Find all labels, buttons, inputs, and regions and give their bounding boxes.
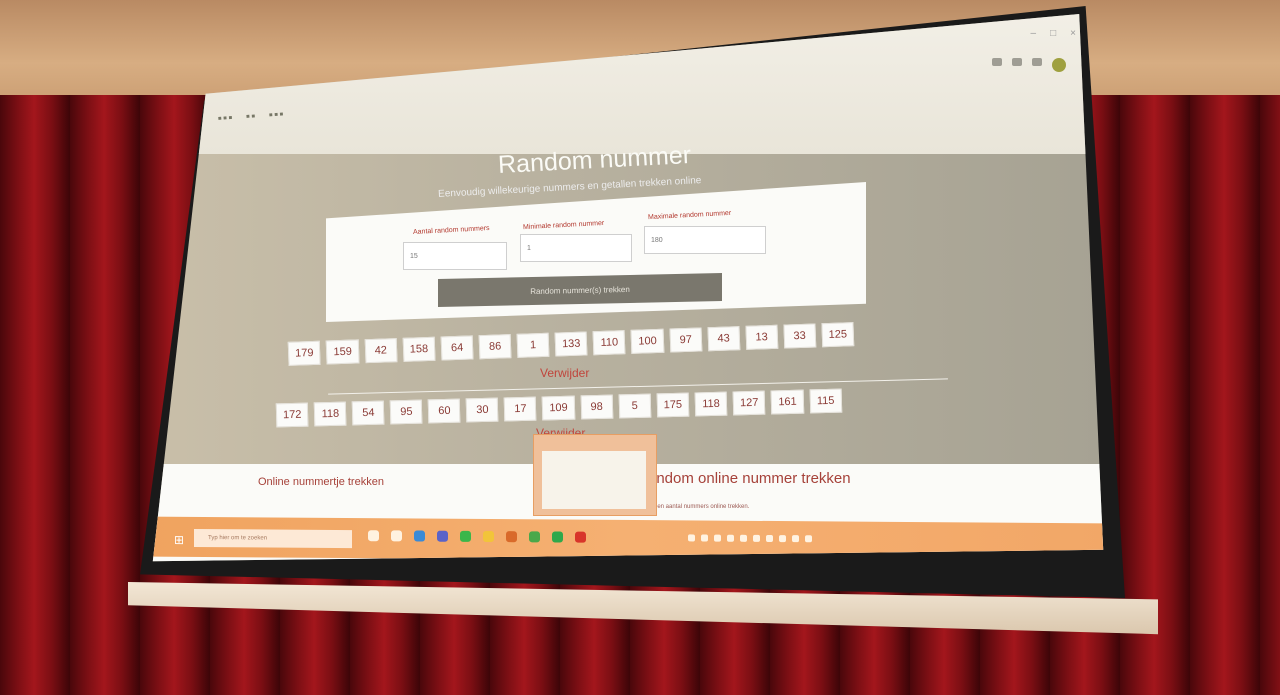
result-number: 109 <box>542 395 576 421</box>
file-explorer-icon[interactable] <box>483 530 494 543</box>
minimize-icon[interactable]: – <box>1031 28 1037 39</box>
remove-link-1[interactable]: Verwijder <box>540 366 589 380</box>
browser-icon[interactable] <box>529 531 540 543</box>
section-title-right: andom online nummer trekken <box>648 470 851 487</box>
max-input[interactable]: 180 <box>644 226 766 254</box>
result-number: 175 <box>656 392 690 418</box>
result-number: 60 <box>428 398 461 424</box>
teams-icon[interactable] <box>437 530 448 542</box>
result-number: 110 <box>593 330 626 356</box>
tray-icon[interactable] <box>727 534 734 542</box>
divider <box>328 378 948 395</box>
result-number: 95 <box>390 399 423 425</box>
result-number: 172 <box>275 402 309 428</box>
result-number: 179 <box>287 340 321 366</box>
extension-icon[interactable] <box>992 58 1002 66</box>
tray-icon[interactable] <box>766 534 773 543</box>
system-tray[interactable] <box>688 534 812 543</box>
section-title-left: Online nummertje trekken <box>258 476 384 488</box>
result-number: 97 <box>669 327 703 353</box>
result-number: 159 <box>326 339 360 365</box>
bookmark-item[interactable]: ■ ■ <box>246 114 255 121</box>
result-number: 17 <box>504 396 537 422</box>
result-number: 125 <box>821 322 855 348</box>
min-input[interactable]: 1 <box>520 234 632 262</box>
tray-icon[interactable] <box>753 534 760 542</box>
browser-toolbar-icons[interactable] <box>992 58 1066 72</box>
result-number: 30 <box>466 397 499 423</box>
result-number: 115 <box>809 388 843 414</box>
tray-icon[interactable] <box>779 535 786 543</box>
tray-icon[interactable] <box>792 535 799 543</box>
office-icon[interactable] <box>506 531 517 543</box>
result-number: 98 <box>580 394 614 420</box>
result-number: 161 <box>771 389 805 415</box>
window-controls[interactable]: – □ × <box>1031 28 1076 39</box>
close-icon[interactable]: × <box>1070 28 1076 39</box>
extension-icon[interactable] <box>1012 58 1022 66</box>
tray-icon[interactable] <box>701 534 708 542</box>
extension-icon[interactable] <box>1032 58 1042 66</box>
result-number: 43 <box>707 326 741 352</box>
taskbar-search-box[interactable]: Typ hier om te zoeken <box>194 528 352 549</box>
browser-tabs[interactable]: ■ ■ ■ ■ ■ ■ ■ ■ <box>218 112 284 123</box>
tray-icon[interactable] <box>805 535 812 543</box>
result-number: 42 <box>364 338 398 364</box>
result-row-1: 179 159 42 158 64 86 1 133 110 100 97 43 13 33 125 <box>287 322 855 366</box>
taskbar-window-preview[interactable] <box>533 434 657 516</box>
result-number: 118 <box>694 391 728 417</box>
result-number: 64 <box>440 335 474 361</box>
generate-button[interactable]: Random nummer(s) trekken <box>438 273 722 307</box>
task-view-icon[interactable] <box>368 530 379 542</box>
bookmark-item[interactable]: ■ ■ ■ <box>269 112 284 119</box>
spotify-icon[interactable] <box>552 531 563 543</box>
preview-title <box>534 435 656 441</box>
taskbar-pinned-apps[interactable] <box>368 530 586 543</box>
result-number: 133 <box>554 331 588 357</box>
tray-icon[interactable] <box>688 534 695 542</box>
result-number: 54 <box>352 400 385 426</box>
result-number: 33 <box>783 323 817 349</box>
result-number: 118 <box>314 401 347 427</box>
powerpoint-icon[interactable] <box>575 531 586 543</box>
result-row-2: 172 118 54 95 60 30 17 109 98 5 175 118 127 161 115 <box>275 388 843 428</box>
chrome-icon[interactable] <box>460 530 471 542</box>
windows-start-icon[interactable]: ⊞ <box>174 533 184 547</box>
preview-thumbnail[interactable] <box>542 451 646 509</box>
profile-avatar-icon[interactable] <box>1052 58 1066 72</box>
result-number: 100 <box>630 328 665 354</box>
count-input[interactable]: 15 <box>403 242 507 270</box>
tray-icon[interactable] <box>740 534 747 542</box>
result-number: 127 <box>732 390 766 416</box>
result-number: 13 <box>745 324 779 350</box>
tray-icon[interactable] <box>714 534 721 542</box>
maximize-icon[interactable]: □ <box>1050 28 1056 39</box>
projected-browser-window: ■ ■ ■ ■ ■ ■ ■ ■ – □ × Random nummer Eenv… <box>152 14 1104 562</box>
browser-tab[interactable]: ■ ■ ■ <box>218 115 233 122</box>
result-number: 86 <box>478 334 512 360</box>
section-text-right: een aantal nummers online trekken. <box>654 504 750 510</box>
result-number: 5 <box>618 393 652 419</box>
cortana-icon[interactable] <box>391 530 402 542</box>
result-number: 1 <box>516 332 550 358</box>
result-number: 158 <box>402 336 436 362</box>
edge-icon[interactable] <box>414 530 425 542</box>
